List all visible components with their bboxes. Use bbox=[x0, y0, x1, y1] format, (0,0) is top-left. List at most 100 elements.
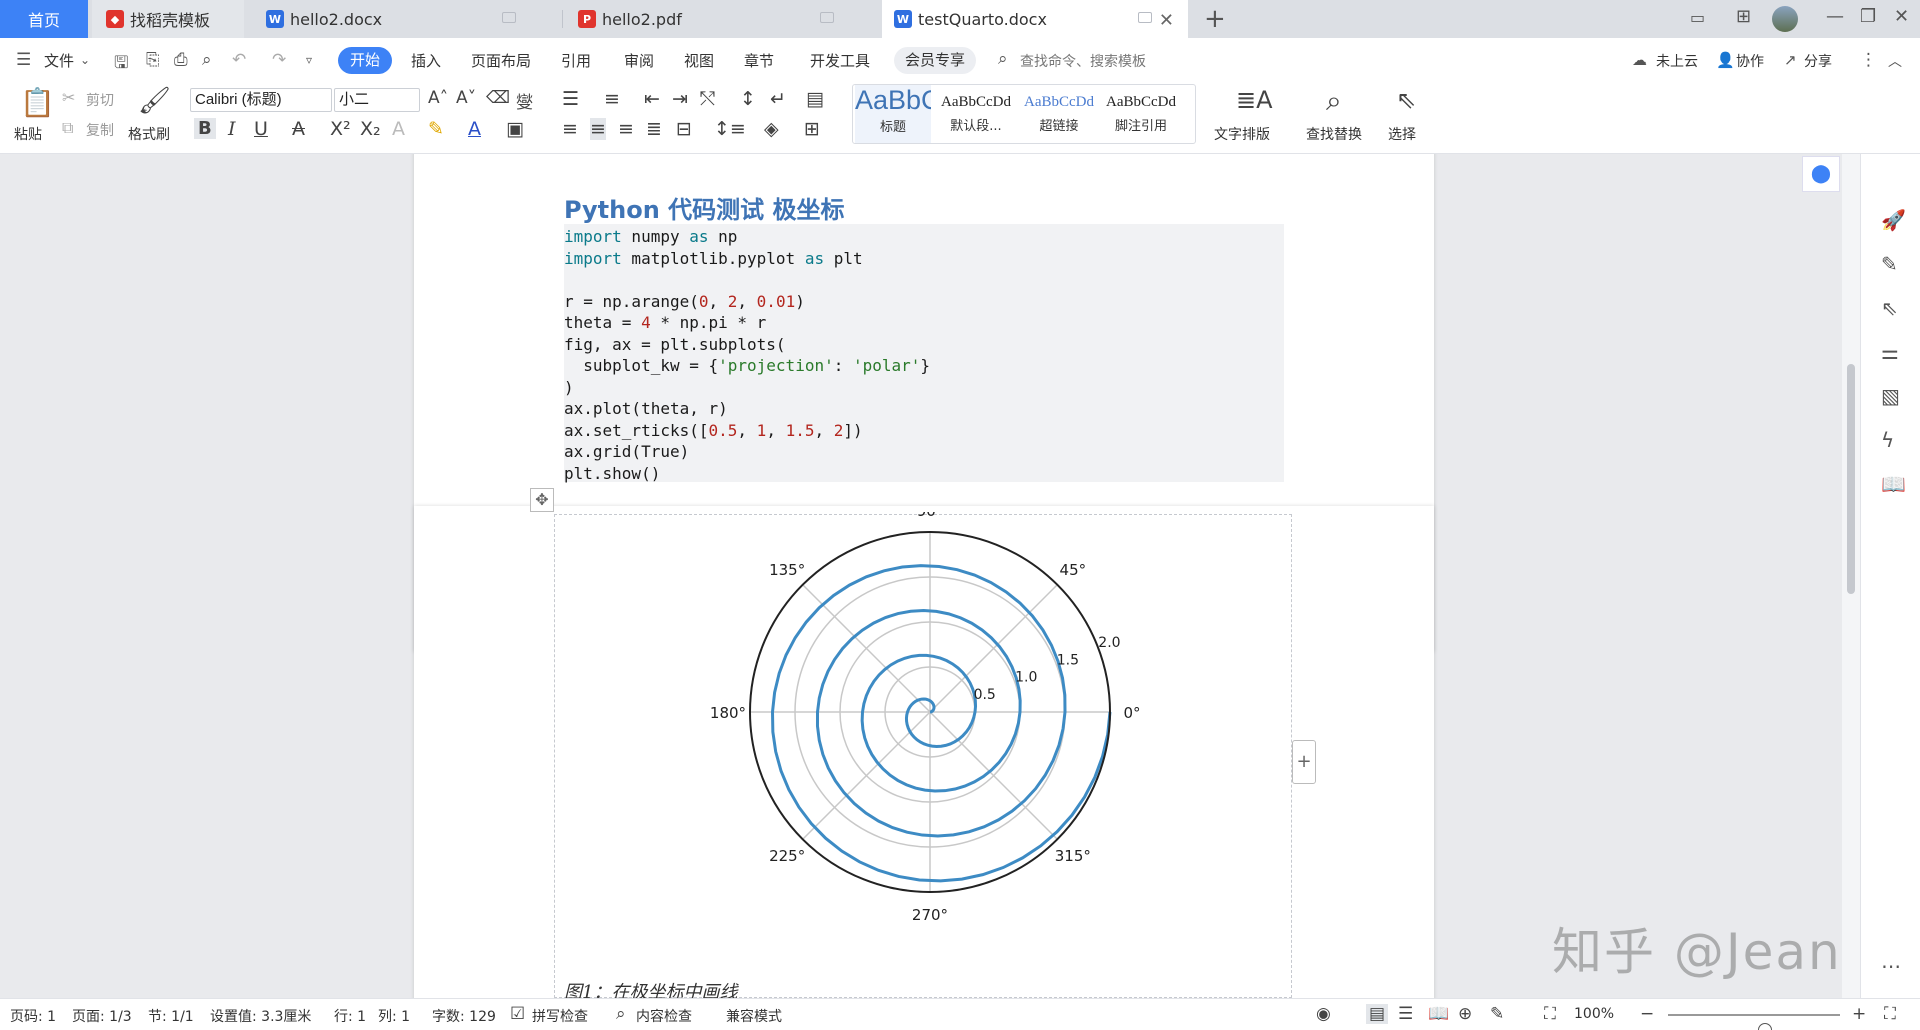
menu-review[interactable]: 审阅 bbox=[624, 50, 654, 71]
select-button[interactable]: 选择 bbox=[1388, 124, 1416, 144]
subscript-icon[interactable]: X₂ bbox=[360, 118, 381, 140]
font-size-select[interactable]: 小二 bbox=[334, 88, 420, 112]
status-pages[interactable]: 页面: 1/3 bbox=[72, 1006, 132, 1026]
avatar[interactable] bbox=[1772, 6, 1798, 32]
style-footnote[interactable]: AaBbCcDd 脚注引用 bbox=[1101, 85, 1181, 143]
menu-insert[interactable]: 插入 bbox=[411, 50, 441, 71]
book-icon[interactable]: 📖 bbox=[1881, 472, 1906, 496]
phonetic-icon[interactable]: 燮 bbox=[516, 88, 533, 113]
find-replace-button[interactable]: 查找替换 bbox=[1306, 124, 1362, 144]
menu-references[interactable]: 引用 bbox=[561, 50, 591, 71]
zoom-in-icon[interactable]: + bbox=[1852, 1004, 1866, 1024]
window-preview-icon[interactable] bbox=[1138, 12, 1152, 23]
chevron-down-icon[interactable]: ⌄ bbox=[80, 53, 90, 67]
text-layout-button[interactable]: 文字排版 bbox=[1214, 124, 1270, 144]
more-icon[interactable]: ⋮ bbox=[1860, 50, 1877, 70]
status-page-number[interactable]: 页码: 1 bbox=[10, 1006, 56, 1026]
reading-view-icon[interactable]: 📖 bbox=[1428, 1004, 1449, 1024]
spell-check-button[interactable]: 拼写检查 bbox=[532, 1006, 588, 1026]
redo-icon[interactable]: ↷ bbox=[272, 50, 286, 70]
window-preview-icon[interactable] bbox=[502, 12, 516, 23]
vertical-scrollbar[interactable] bbox=[1842, 154, 1860, 998]
increase-indent-icon[interactable]: ⇥ bbox=[672, 88, 688, 110]
chinese-layout-icon[interactable]: ⤲ bbox=[700, 88, 715, 110]
outline-view-icon[interactable]: ☰ bbox=[1398, 1004, 1413, 1024]
lightning-icon[interactable]: ϟ bbox=[1881, 428, 1894, 452]
cloud-status[interactable]: 未上云 bbox=[1656, 51, 1698, 71]
more-dots-icon[interactable]: ⋯ bbox=[1881, 954, 1901, 978]
save-icon[interactable]: 🖫 bbox=[114, 50, 128, 79]
tab-docer-templates[interactable]: ◆ 找稻壳模板 bbox=[92, 0, 244, 38]
line-spacing-icon[interactable]: ↕≡ bbox=[714, 118, 746, 140]
cursor-icon[interactable]: ⇖ bbox=[1881, 296, 1898, 320]
status-word-count[interactable]: 字数: 129 bbox=[432, 1006, 496, 1026]
status-setting[interactable]: 设置值: 3.3厘米 bbox=[210, 1006, 311, 1026]
zoom-out-icon[interactable]: − bbox=[1640, 1004, 1654, 1024]
figure-caption[interactable]: 图1：在极坐标中画线 bbox=[564, 978, 737, 998]
zoom-slider-knob[interactable] bbox=[1757, 1023, 1772, 1030]
add-column-button[interactable]: + bbox=[1292, 740, 1316, 784]
underline-icon[interactable]: U bbox=[254, 118, 268, 140]
numbering-icon[interactable]: ≡ bbox=[604, 88, 620, 110]
borders-icon[interactable]: ⊞ bbox=[804, 118, 820, 140]
share-button[interactable]: 分享 bbox=[1804, 51, 1832, 71]
paste-icon[interactable]: 📋 bbox=[20, 86, 55, 119]
new-tab-button[interactable]: + bbox=[1204, 4, 1226, 34]
menu-view[interactable]: 视图 bbox=[684, 50, 714, 71]
close-tab-icon[interactable]: ✕ bbox=[1159, 10, 1174, 31]
font-name-select[interactable]: Calibri (标题) bbox=[190, 88, 332, 112]
undo-icon[interactable]: ↶ bbox=[232, 50, 246, 70]
menu-vip[interactable]: 会员专享 bbox=[894, 47, 976, 74]
rocket-icon[interactable]: 🚀 bbox=[1881, 208, 1906, 232]
justify-icon[interactable]: ≣ bbox=[646, 118, 662, 140]
char-border-icon[interactable]: ▣ bbox=[506, 118, 524, 140]
menu-file[interactable]: 文件 bbox=[44, 50, 74, 71]
table-move-handle-icon[interactable]: ✥ bbox=[530, 488, 554, 512]
menu-developer[interactable]: 开发工具 bbox=[810, 50, 870, 71]
write-mode-icon[interactable]: ✎ bbox=[1490, 1004, 1504, 1024]
minimize-icon[interactable]: — bbox=[1826, 6, 1844, 27]
paste-button[interactable]: 粘贴 bbox=[14, 124, 42, 144]
document-heading[interactable]: Python 代码测试 极坐标 bbox=[564, 190, 845, 225]
code-block[interactable]: import numpy as np import matplotlib.pyp… bbox=[564, 224, 1284, 483]
command-search-input[interactable]: 查找命令、搜索模板 bbox=[1020, 51, 1146, 71]
text-layout-icon[interactable]: ≣A bbox=[1236, 86, 1273, 114]
window-preview-icon[interactable] bbox=[820, 12, 834, 23]
format-painter-button[interactable]: 格式刷 bbox=[128, 124, 170, 144]
copy-icon[interactable]: ⧉ bbox=[62, 118, 73, 138]
distribute-icon[interactable]: ⊟ bbox=[676, 118, 692, 140]
strikethrough-icon[interactable]: A bbox=[292, 118, 305, 140]
find-replace-icon[interactable]: ⌕ bbox=[1326, 84, 1342, 118]
copy-button[interactable]: 复制 bbox=[86, 120, 114, 140]
menu-home-tab[interactable]: 开始 bbox=[338, 47, 392, 74]
paragraph-mark-icon[interactable]: ↵ bbox=[770, 88, 786, 110]
text-effect-icon[interactable]: A bbox=[392, 118, 405, 140]
superscript-icon[interactable]: X² bbox=[330, 118, 351, 140]
select-cursor-icon[interactable]: ⇖ bbox=[1396, 86, 1416, 114]
bold-icon[interactable]: B bbox=[194, 118, 216, 139]
tab-hello2-pdf[interactable]: P hello2.pdf bbox=[566, 0, 878, 38]
sort-icon[interactable]: ↕ bbox=[740, 88, 756, 110]
cut-icon[interactable]: ✂ bbox=[62, 88, 75, 107]
web-view-icon[interactable]: ⊕ bbox=[1458, 1004, 1472, 1024]
close-window-icon[interactable]: ✕ bbox=[1894, 6, 1909, 27]
style-heading[interactable]: AaBbC 标题 bbox=[855, 85, 931, 143]
table-icon[interactable]: ▤ bbox=[806, 88, 824, 110]
image-edit-icon[interactable]: ▧ bbox=[1881, 384, 1900, 408]
cut-button[interactable]: 剪切 bbox=[86, 90, 114, 110]
menu-page-layout[interactable]: 页面布局 bbox=[471, 50, 531, 71]
bullets-icon[interactable]: ☰ bbox=[562, 88, 579, 110]
layout-icon[interactable]: ▭ bbox=[1690, 8, 1705, 27]
align-center-icon[interactable]: ≡ bbox=[590, 118, 606, 140]
status-section[interactable]: 节: 1/1 bbox=[148, 1006, 194, 1026]
page-view-icon[interactable]: ▤ bbox=[1366, 1004, 1389, 1024]
collapse-ribbon-icon[interactable]: ︿ bbox=[1888, 51, 1902, 71]
location-pin-icon[interactable]: ⬤ bbox=[1802, 156, 1840, 192]
scrollbar-thumb[interactable] bbox=[1847, 364, 1855, 594]
highlight-icon[interactable]: ✎ bbox=[428, 118, 444, 140]
italic-icon[interactable]: I bbox=[228, 118, 236, 140]
tab-home[interactable]: 首页 bbox=[0, 0, 88, 38]
collab-button[interactable]: 协作 bbox=[1736, 51, 1764, 71]
menu-chapter[interactable]: 章节 bbox=[744, 50, 774, 71]
status-col[interactable]: 列: 1 bbox=[378, 1006, 410, 1026]
